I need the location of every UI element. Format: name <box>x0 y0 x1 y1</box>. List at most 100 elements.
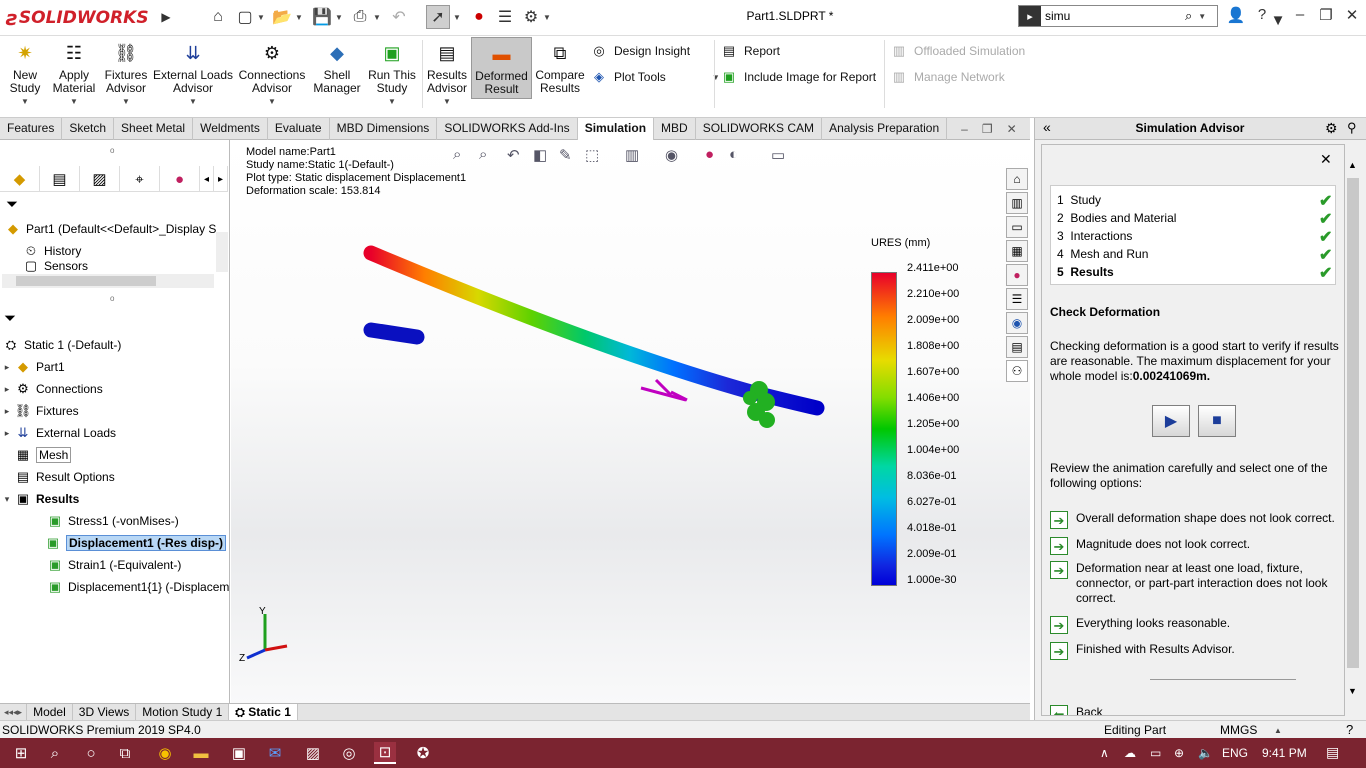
shell-manager-button[interactable]: ◆ Shell Manager <box>312 40 362 95</box>
cortana-icon[interactable]: ○ <box>80 742 102 764</box>
tab-3d-views[interactable]: 3D Views <box>73 703 137 721</box>
expand-arrow-icon[interactable]: ▸ <box>0 362 14 373</box>
manage-network-button[interactable]: ▥ Manage Network <box>890 68 1005 86</box>
history-node[interactable]: ⏲ History <box>22 240 81 262</box>
search-icon[interactable]: ⌕ <box>1185 8 1192 24</box>
expand-menu-icon[interactable]: ▶ <box>158 5 174 29</box>
tab-mbd-dimensions[interactable]: MBD Dimensions <box>330 118 438 140</box>
tab-sheet-metal[interactable]: Sheet Metal <box>114 118 194 140</box>
restore-icon[interactable]: ❐ <box>1314 6 1338 24</box>
search-box[interactable]: ▸ ⌕ ▼ <box>1018 5 1218 27</box>
units-selector[interactable]: MMGS <box>1220 723 1257 737</box>
tab-features[interactable]: Features <box>0 118 63 140</box>
advisor-scrollbar[interactable]: ▲ ▼ <box>1345 158 1361 706</box>
offloaded-simulation-button[interactable]: ▥ Offloaded Simulation <box>890 42 1025 60</box>
user-icon[interactable]: 👤 <box>1224 6 1248 24</box>
configuration-manager-tab-icon[interactable]: ▨ <box>80 166 120 192</box>
option-finished[interactable]: ➔ Finished with Results Advisor. <box>1050 642 1340 660</box>
photos-icon[interactable]: ▨ <box>302 742 324 764</box>
expand-arrow-icon[interactable]: ▸ <box>0 428 14 439</box>
design-library-icon[interactable]: ▥ <box>1006 192 1028 214</box>
sim-tree-item-connections[interactable]: ▸ ⚙ Connections <box>0 378 103 400</box>
appearances-icon[interactable]: ● <box>1006 264 1028 286</box>
tab-analysis-preparation[interactable]: Analysis Preparation <box>822 118 948 140</box>
step-bodies-and-material[interactable]: 2 Bodies and Material <box>1057 211 1176 225</box>
chevron-down-icon[interactable]: ▼ <box>294 5 304 29</box>
clock[interactable]: 9:41 PM <box>1262 746 1307 760</box>
splitter-handle[interactable]: o <box>110 146 114 155</box>
scroll-left-icon[interactable]: ◂ <box>200 166 214 192</box>
chevron-up-icon[interactable]: ▲ <box>1274 726 1282 735</box>
graphics-area[interactable]: Model name:Part1 Study name:Static 1(-De… <box>231 140 1030 703</box>
chevron-down-icon[interactable]: ▼ <box>70 95 78 108</box>
close-icon[interactable]: ✕ <box>1340 6 1364 24</box>
sim-tree-item-fixtures[interactable]: ▸ ⛓ Fixtures <box>0 400 79 422</box>
sim-tree-item-external-loads[interactable]: ▸ ⇊ External Loads <box>0 422 116 444</box>
language-indicator[interactable]: ENG <box>1222 746 1248 760</box>
onedrive-icon[interactable]: ☁ <box>1124 746 1136 760</box>
undo-icon[interactable]: ↶ <box>388 5 410 29</box>
file-explorer-icon[interactable]: ▬ <box>190 742 212 764</box>
filter-icon[interactable]: ⏷ <box>4 310 16 327</box>
volume-icon[interactable]: 🔈 <box>1198 746 1213 760</box>
scroll-right-icon[interactable]: ▸ <box>214 166 228 192</box>
comments-icon[interactable]: ▤ <box>1006 336 1028 358</box>
app-icon[interactable]: ✪ <box>412 742 434 764</box>
restore-icon[interactable]: ❐ <box>982 122 993 136</box>
gear-icon[interactable]: ⚙ <box>1325 120 1338 137</box>
splitter-handle[interactable]: o <box>110 294 114 303</box>
new-document-icon[interactable]: ▢ <box>234 5 256 29</box>
step-study[interactable]: 1 Study <box>1057 193 1101 207</box>
tree-scrollbar[interactable] <box>216 232 228 272</box>
step-mesh-and-run[interactable]: 4 Mesh and Run <box>1057 247 1148 261</box>
close-icon[interactable]: ✕ <box>1320 151 1332 168</box>
tab-scroll-icons[interactable]: ◂◂◂▸ <box>0 703 28 721</box>
connections-advisor-button[interactable]: ⚙ Connections Advisor ▼ <box>238 40 306 108</box>
chevron-down-icon[interactable]: ▼ <box>388 95 396 108</box>
minimize-icon[interactable]: – <box>961 122 968 136</box>
print-icon[interactable]: ⎙ <box>348 5 372 29</box>
result-item-displacement1-1[interactable]: ▣ Displacement1{1} (-Displacem <box>46 576 230 598</box>
expand-arrow-icon[interactable]: ▸ <box>0 384 14 395</box>
windows-start-icon[interactable]: ⊞ <box>10 742 32 764</box>
results-advisor-button[interactable]: ▤ Results Advisor ▼ <box>426 40 468 108</box>
chevron-down-icon[interactable]: ▼ <box>21 95 29 108</box>
option-everything-reasonable[interactable]: ➔ Everything looks reasonable. <box>1050 616 1340 634</box>
tree-hscrollbar[interactable] <box>2 274 214 288</box>
file-explorer-icon[interactable]: ▭ <box>1006 216 1028 238</box>
battery-icon[interactable]: ▭ <box>1150 746 1161 760</box>
chevron-down-icon[interactable]: ▼ <box>189 95 197 108</box>
sim-tree-item-result-options[interactable]: ▤ Result Options <box>14 466 115 488</box>
chrome-icon[interactable]: ◉ <box>154 742 176 764</box>
tab-mbd[interactable]: MBD <box>654 118 696 140</box>
chevron-down-icon[interactable]: ▼ <box>712 73 720 82</box>
tab-solidworks-cam[interactable]: SOLIDWORKS CAM <box>696 118 823 140</box>
search-icon[interactable]: ⌕ <box>44 742 66 764</box>
back-link[interactable]: ⬅ Back <box>1050 705 1340 715</box>
sim-tree-item-part1[interactable]: ▸ ◆ Part1 <box>0 356 65 378</box>
compare-results-button[interactable]: ⧉ Compare Results <box>535 40 585 95</box>
chevron-down-icon[interactable]: ▼ <box>256 5 266 29</box>
pin-icon[interactable]: ⚲ <box>1347 120 1357 136</box>
tab-evaluate[interactable]: Evaluate <box>268 118 330 140</box>
stop-animation-button[interactable]: ■ <box>1198 405 1236 437</box>
notifications-icon[interactable]: ▤ <box>1326 744 1339 761</box>
show-hidden-icons[interactable]: ∧ <box>1100 746 1109 760</box>
custom-properties-icon[interactable]: ☰ <box>1006 288 1028 310</box>
solidworks-forum-icon[interactable]: ◉ <box>1006 312 1028 334</box>
collapse-arrow-icon[interactable]: ▾ <box>0 494 14 505</box>
chevron-down-icon[interactable]: ▼ <box>334 5 344 29</box>
minimize-icon[interactable]: – <box>1288 6 1312 23</box>
view-palette-icon[interactable]: ▦ <box>1006 240 1028 262</box>
tab-motion-study-1[interactable]: Motion Study 1 <box>136 703 230 721</box>
save-icon[interactable]: 💾 <box>310 5 334 29</box>
plot-tools-button[interactable]: ◈ Plot Tools ▼ <box>590 68 720 86</box>
task-view-icon[interactable]: ⧉ <box>114 742 136 764</box>
tab-weldments[interactable]: Weldments <box>193 118 268 140</box>
sim-tree-item-mesh[interactable]: ▦ Mesh <box>14 444 72 466</box>
chevron-down-icon[interactable]: ▼ <box>268 95 276 108</box>
simulation-advisor-icon[interactable]: ⚇ <box>1006 360 1028 382</box>
deformed-result-button[interactable]: ▬ Deformed Result <box>471 37 532 99</box>
open-folder-icon[interactable]: 📂 <box>270 5 294 29</box>
result-item-strain1[interactable]: ▣ Strain1 (-Equivalent-) <box>46 554 182 576</box>
